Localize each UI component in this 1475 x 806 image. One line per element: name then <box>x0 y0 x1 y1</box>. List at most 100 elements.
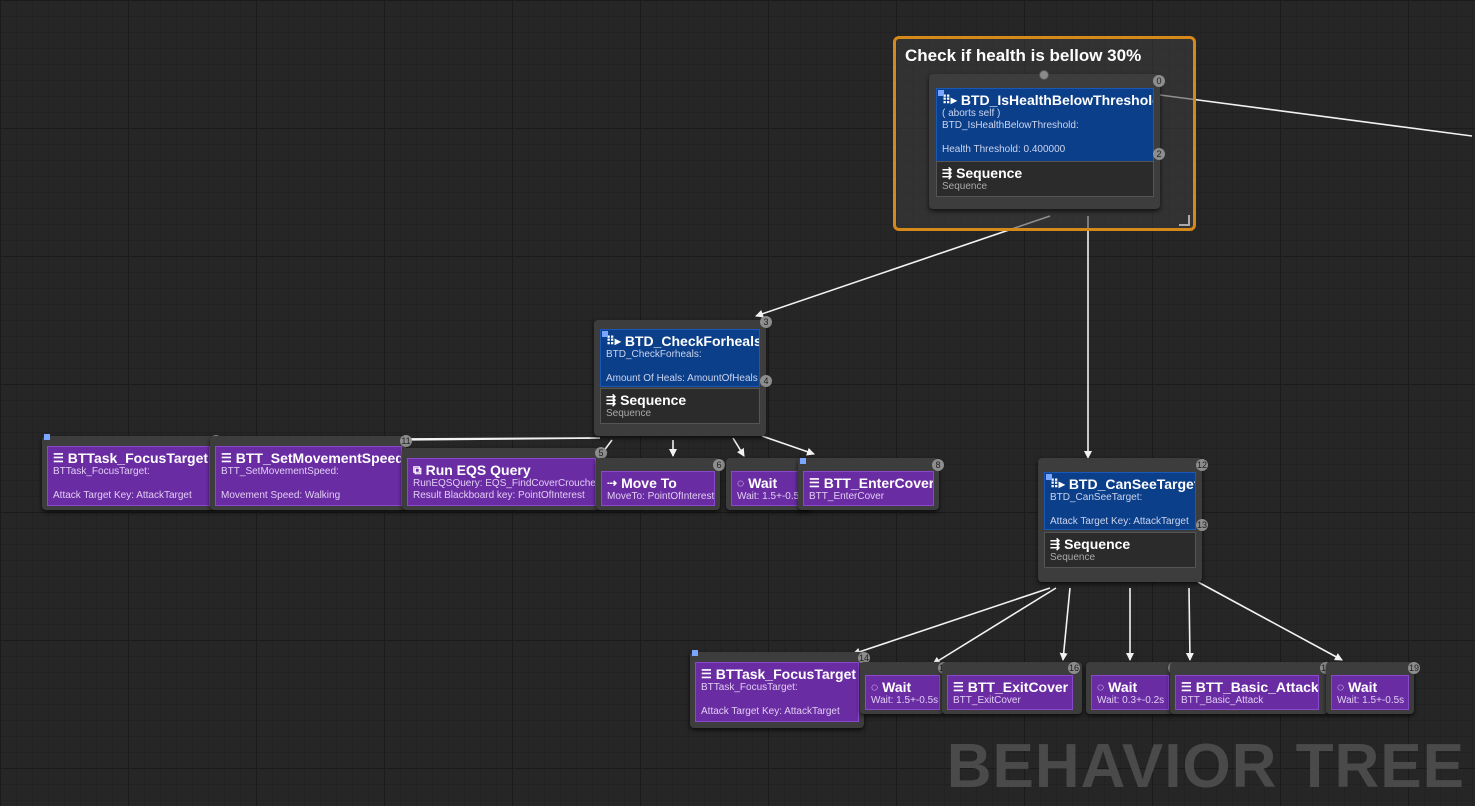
wire-cansee-focus <box>852 587 1051 656</box>
breakpoint-marker <box>44 434 50 440</box>
execution-index-badge: 13 <box>1196 519 1208 531</box>
task-title: BTT_SetMovementSpeed <box>235 450 402 466</box>
task-title: BTTask_FocusTarget <box>67 450 209 466</box>
task-body[interactable]: ☰ BTT_Basic_Attack BTT_Basic_Attack <box>1175 675 1319 710</box>
breakpoint-marker <box>1046 474 1052 480</box>
task-param: Wait: 1.5+-0.5s <box>1337 695 1405 706</box>
comment-title: Check if health is bellow 30% <box>905 46 1142 65</box>
wait-icon: ◌ <box>737 476 745 490</box>
task-class-label: RunEQSQuery: EQS_FindCoverCrouched <box>413 478 596 489</box>
task-body[interactable]: ☰ BTT_ExitCover BTT_ExitCover <box>947 675 1073 710</box>
sequence-title: Sequence <box>956 165 1023 181</box>
task-body[interactable]: ◌ Wait Wait: 1.5+-0.5s <box>1331 675 1409 710</box>
decorator-title: BTD_CheckForheals <box>624 333 760 349</box>
decorator-class-label: BTD_CanSeeTarget: <box>1050 492 1143 503</box>
decorator-icon: ⠿▸ <box>606 334 621 348</box>
task-title: BTT_EnterCover <box>823 475 934 491</box>
task-body[interactable]: ◌ Wait Wait: 1.5+-0.5s <box>731 471 807 506</box>
task-param: Wait: 0.3+-0.2s <box>1097 695 1165 706</box>
task-node-focus-target[interactable]: 14 ☰ BTTask_FocusTarget BTTask_FocusTarge… <box>690 650 870 728</box>
wait-icon: ◌ <box>1337 680 1345 694</box>
execution-index-badge: 8 <box>932 459 944 471</box>
checkforheals-sequence-node[interactable]: 3 ⠿▸ BTD_CheckForheals BTD_CheckForheals:… <box>594 316 772 436</box>
execution-index-badge: 4 <box>760 375 772 387</box>
task-node-wait[interactable]: 19 ◌ Wait Wait: 1.5+-0.5s <box>1326 662 1420 714</box>
canseetarget-sequence-node[interactable]: 12 ⠿▸ BTD_CanSeeTarget BTD_CanSeeTarget: … <box>1038 458 1208 582</box>
task-param: Wait: 1.5+-0.5s <box>737 491 805 502</box>
wait-icon: ◌ <box>1097 680 1105 694</box>
decorator-check-for-heals[interactable]: ⠿▸ BTD_CheckForheals BTD_CheckForheals: A… <box>600 329 760 387</box>
task-title: Wait <box>882 679 912 695</box>
task-body[interactable]: ◌ Wait Wait: 1.5+-0.5s <box>865 675 940 710</box>
task-param: BTT_ExitCover <box>953 695 1021 706</box>
sequence-icon: ⇶ <box>606 393 617 407</box>
task-param: Attack Target Key: AttackTarget <box>701 706 840 717</box>
input-pin[interactable] <box>1039 70 1049 80</box>
decorator-icon: ⠿▸ <box>942 93 957 107</box>
execution-index-badge: 12 <box>1196 459 1208 471</box>
decorator-title: BTD_IsHealthBelowThreshold <box>960 92 1154 108</box>
task-title: BTT_Basic_Attack <box>1195 679 1319 695</box>
wire-heals-wait <box>732 437 745 457</box>
breakpoint-marker <box>692 650 698 656</box>
task-node-basic-attack[interactable]: 18 ☰BTT_Basic_Attack BTT_Basic_Attack <box>1170 662 1332 714</box>
task-title: Wait <box>748 475 778 491</box>
task-body[interactable]: ☰ BTTask_FocusTarget BTTask_FocusTarget: … <box>47 446 210 506</box>
task-class-label: BTT_SetMovementSpeed: <box>221 466 339 477</box>
wire-root-offscreen <box>1159 94 1473 137</box>
task-icon: ☰ <box>953 680 964 694</box>
execution-index-badge: 19 <box>1408 662 1420 674</box>
decorator-abort-mode: ( aborts self ) <box>942 108 1001 119</box>
task-body[interactable]: ☰ BTTask_FocusTarget BTTask_FocusTarget: … <box>695 662 859 722</box>
wire-cansee-exitcover <box>1059 587 1071 661</box>
wire-heals-speed <box>397 435 601 444</box>
task-param: Movement Speed: Walking <box>221 490 341 501</box>
task-param: Result Blackboard key: PointOfInterest <box>413 490 585 501</box>
sequence-composite[interactable]: ⇶ Sequence Sequence <box>1044 532 1196 568</box>
task-icon: ☰ <box>701 667 712 681</box>
task-node-wait[interactable]: 15 ◌Wait Wait: 1.5+-0.5s <box>860 662 950 714</box>
decorator-can-see-target[interactable]: ⠿▸ BTD_CanSeeTarget BTD_CanSeeTarget: Att… <box>1044 472 1196 530</box>
task-icon: ☰ <box>221 451 232 465</box>
task-body[interactable]: ⧉ Run EQS Query RunEQSQuery: EQS_FindCove… <box>407 458 596 506</box>
decorator-class-label: BTD_CheckForheals: <box>606 349 702 360</box>
wire-cansee-wait3 <box>1197 581 1343 661</box>
execution-index-badge: 2 <box>1153 148 1165 160</box>
task-node-enter-cover[interactable]: 8 ☰ BTT_EnterCover BTT_EnterCover <box>798 458 944 510</box>
sequence-composite[interactable]: ⇶ Sequence Sequence <box>600 388 760 424</box>
task-node-wait[interactable]: 17 ◌Wait Wait: 0.3+-0.2s <box>1086 662 1180 714</box>
task-node-move-to[interactable]: 6 ⇢ Move To MoveTo: PointOfInterest <box>596 458 725 510</box>
breakpoint-marker <box>800 458 806 464</box>
decorator-class-label: BTD_IsHealthBelowThreshold: <box>942 120 1079 131</box>
task-body[interactable]: ◌ Wait Wait: 0.3+-0.2s <box>1091 675 1169 710</box>
task-body[interactable]: ☰ BTT_SetMovementSpeed BTT_SetMovementSpe… <box>215 446 402 506</box>
task-param: Wait: 1.5+-0.5s <box>871 695 939 706</box>
task-title: Run EQS Query <box>425 462 531 478</box>
task-node-set-movement-speed[interactable]: 11 ☰ BTT_SetMovementSpeed BTT_SetMovement… <box>210 435 412 510</box>
wire-heals-entercover <box>761 435 815 456</box>
wire-root-heals <box>755 215 1051 318</box>
task-node-focus-target[interactable]: 10 ☰BTTask_FocusTarget BTTask_FocusTarge… <box>42 434 222 510</box>
task-param: Attack Target Key: AttackTarget <box>53 490 192 501</box>
wire-cansee-attack <box>1185 587 1194 661</box>
task-title: BTT_ExitCover <box>967 679 1069 695</box>
root-sequence-node[interactable]: 0 ⠿▸ BTD_IsHealthBelowThreshold ( aborts … <box>929 70 1165 209</box>
decorator-is-health-below-threshold[interactable]: ⠿▸ BTD_IsHealthBelowThreshold ( aborts se… <box>936 88 1154 172</box>
sequence-title: Sequence <box>1064 536 1131 552</box>
task-node-exit-cover[interactable]: 16 ☰ BTT_ExitCover BTT_ExitCover <box>942 662 1082 714</box>
sequence-title: Sequence <box>620 392 687 408</box>
decorator-title: BTD_CanSeeTarget <box>1068 476 1196 492</box>
task-icon: ☰ <box>53 451 64 465</box>
task-node-run-eqs-query[interactable]: 5 ⧉ Run EQS Query RunEQSQuery: EQS_FindCo… <box>402 447 607 510</box>
resize-grip-icon[interactable] <box>1179 215 1190 226</box>
task-body[interactable]: ⇢ Move To MoveTo: PointOfInterest <box>601 471 715 506</box>
task-body[interactable]: ☰ BTT_EnterCover BTT_EnterCover <box>803 471 934 506</box>
decorator-param: Attack Target Key: AttackTarget <box>1050 516 1189 527</box>
sequence-composite[interactable]: ⇶ Sequence Sequence <box>936 161 1154 197</box>
execution-index-badge: 6 <box>713 459 725 471</box>
task-param: BTT_Basic_Attack <box>1181 695 1264 706</box>
decorator-icon: ⠿▸ <box>1050 477 1065 491</box>
task-title: Wait <box>1108 679 1138 695</box>
task-icon: ☰ <box>809 476 820 490</box>
execution-index-badge: 16 <box>1068 662 1080 674</box>
